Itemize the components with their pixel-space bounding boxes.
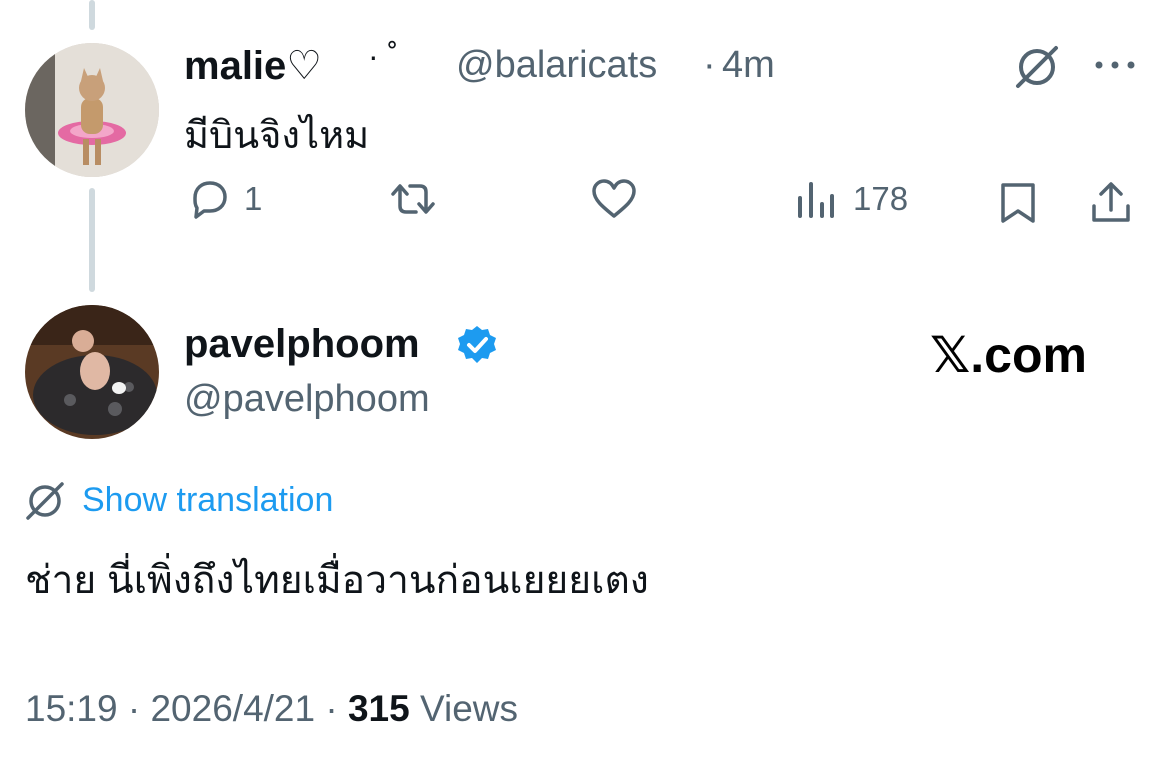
reply-count: 1 [244, 180, 263, 217]
handle[interactable]: @pavelphoom [184, 378, 430, 421]
handle[interactable]: @balaricats [456, 44, 657, 87]
post-meta: 15:19 · 2026/4/21 · 315 Views [25, 688, 518, 730]
thread-line-bottom [89, 188, 95, 292]
thread-line-top [89, 0, 95, 30]
post-date[interactable]: 2026/4/21 [150, 688, 315, 729]
tweet-text: มีบินจิงไหม [184, 115, 370, 157]
more-icon[interactable] [1093, 58, 1137, 76]
translate-icon [24, 480, 66, 527]
site-label: 𝕏.com [930, 327, 1087, 383]
retweet-icon [386, 176, 440, 222]
views-count: 315 [347, 688, 410, 729]
post-time[interactable]: 15:19 [25, 688, 118, 729]
views-count: 178 [853, 180, 909, 217]
like-icon [589, 176, 639, 222]
dot-separator: · [127, 688, 151, 729]
post-text: ช่าย นี่เพิ่งถึงไทยเมื่อวานก่อนเยยยเตง [25, 559, 649, 602]
display-name[interactable]: malie♡ [184, 43, 322, 89]
views-icon [795, 176, 837, 222]
views-label: Views [420, 688, 519, 729]
dot-separator: · [703, 44, 716, 86]
dot-separator: · [325, 688, 348, 729]
translate-icon[interactable] [1014, 44, 1060, 95]
views-button[interactable]: 178 [795, 176, 908, 222]
timestamp[interactable]: 4m [722, 44, 775, 87]
share-icon[interactable] [1088, 180, 1134, 231]
reply-button[interactable]: 1 [186, 176, 262, 222]
show-translation-link[interactable]: Show translation [82, 481, 333, 520]
bookmark-icon[interactable] [996, 180, 1040, 231]
display-name[interactable]: pavelphoom [184, 322, 420, 367]
name-suffix: · ˚ [368, 38, 399, 74]
avatar[interactable] [25, 305, 159, 439]
verified-badge-icon [456, 324, 498, 371]
reply-icon [186, 176, 232, 222]
like-button[interactable] [589, 176, 639, 222]
retweet-button[interactable] [386, 176, 440, 222]
avatar[interactable] [25, 43, 159, 177]
